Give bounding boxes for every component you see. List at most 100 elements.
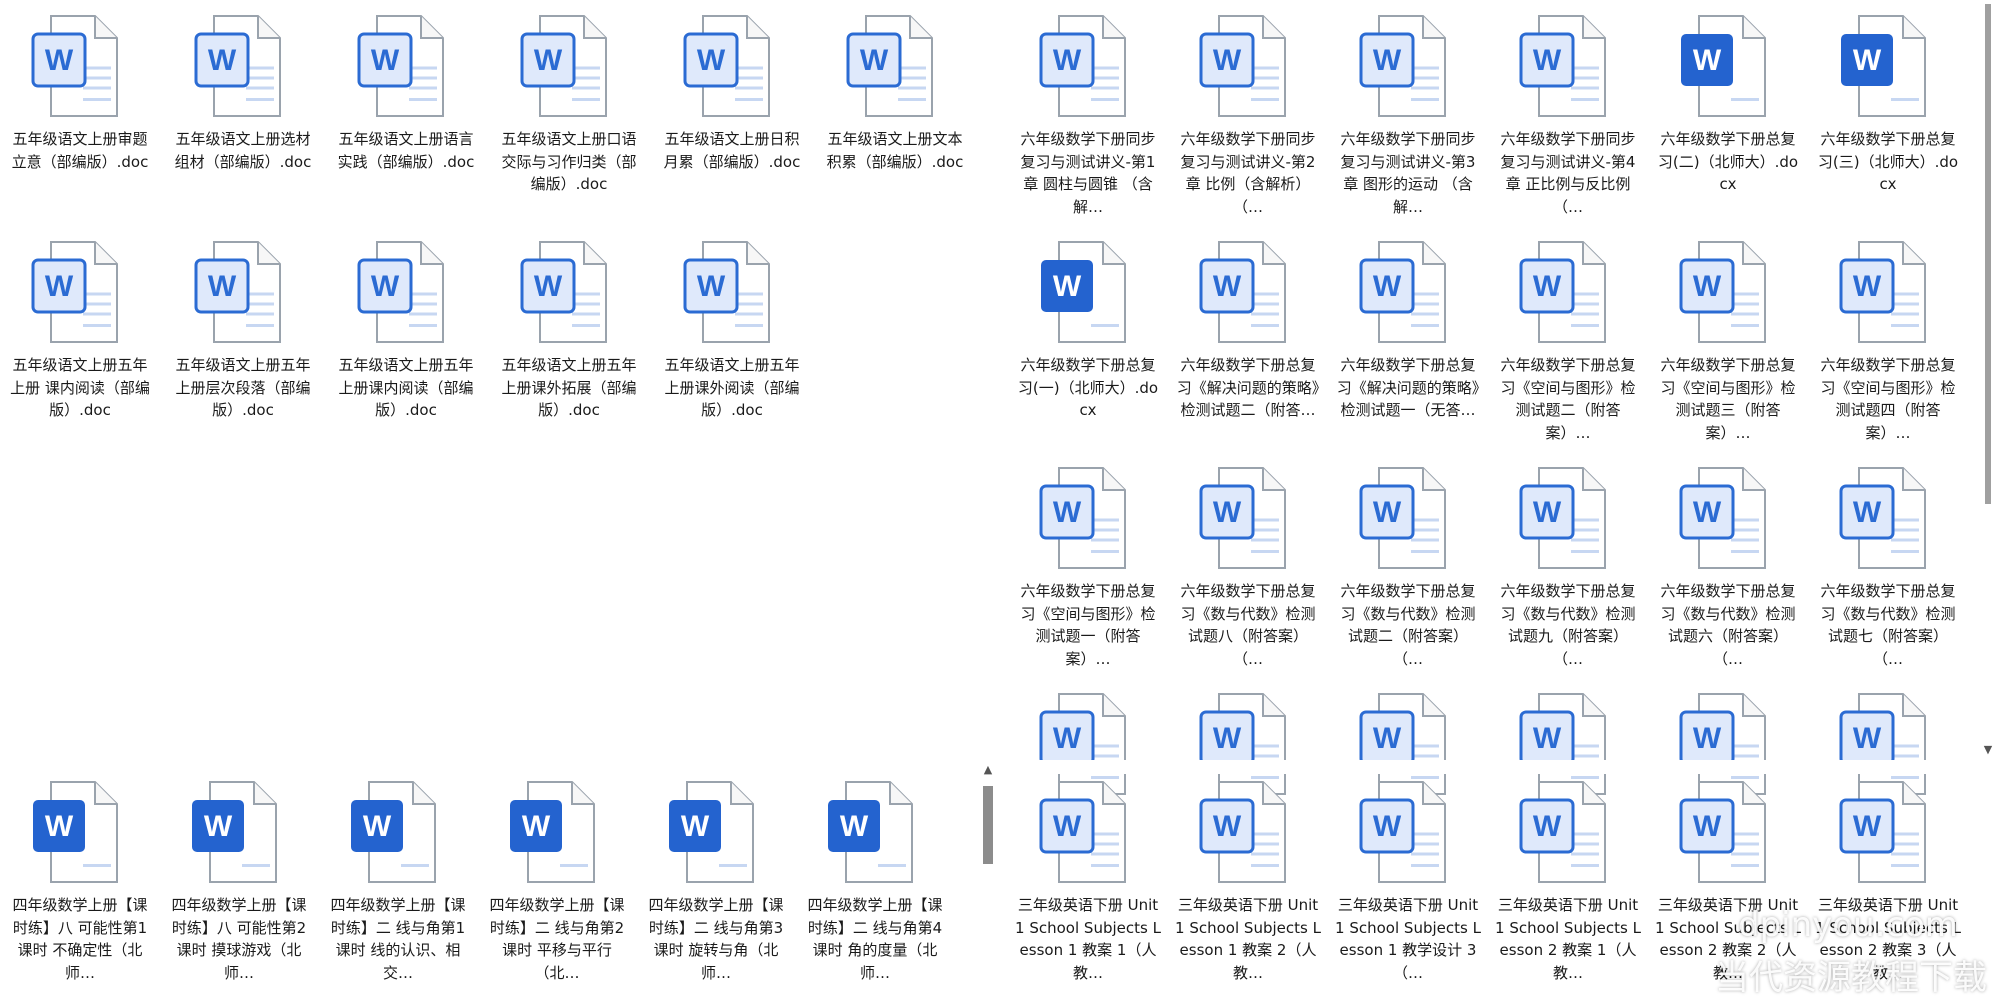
- file-item[interactable]: W 四年级数学上册【课时练】八 可能性第1课时 不确定性（北师…: [0, 778, 160, 984]
- file-item[interactable]: W 四年级数学上册【课时练】二 线与角第4课时 角的度量（北师…: [795, 778, 955, 984]
- svg-text:W: W: [363, 810, 392, 843]
- file-item[interactable]: W 六年级数学下册总复习《解决问题的策略》检测试题一（无答…: [1328, 238, 1488, 422]
- word-document-icon: W: [1033, 238, 1143, 348]
- svg-text:W: W: [1213, 722, 1242, 755]
- file-item[interactable]: W 五年级语文上册五年上册层次段落（部编版）.doc: [163, 238, 323, 422]
- file-item[interactable]: W 五年级语文上册五年上册课外拓展（部编版）.doc: [489, 238, 649, 422]
- svg-text:W: W: [1853, 810, 1882, 843]
- file-item[interactable]: W 六年级数学下册同步复习与测试讲义-第2章 比例（含解析） （…: [1168, 12, 1328, 218]
- file-name-label: 六年级数学下册总复习《解决问题的策略》检测试题一（无答…: [1336, 356, 1480, 419]
- file-item[interactable]: W 六年级数学下册总复习《数与代数》检测试题八（附答案） （…: [1168, 464, 1328, 670]
- word-document-icon: W: [1193, 778, 1303, 888]
- svg-text:W: W: [1533, 270, 1562, 303]
- word-document-icon: W: [1833, 238, 1943, 348]
- word-document-icon: W: [1833, 464, 1943, 574]
- word-document-icon: W: [820, 778, 930, 888]
- file-item[interactable]: W 六年级数学下册总复习《数与代数》检测试题七（附答案） （…: [1808, 464, 1968, 670]
- svg-text:W: W: [1693, 722, 1722, 755]
- file-name-label: 四年级数学上册【课时练】二 线与角第1课时 线的认识、相交…: [330, 896, 466, 982]
- pane-divider-vertical[interactable]: [1000, 0, 1015, 1000]
- file-item[interactable]: W 六年级数学下册总复习《空间与图形》检测试题三（附答案）…: [1648, 238, 1808, 444]
- word-document-icon: W: [1193, 12, 1303, 122]
- file-item[interactable]: W 四年级数学上册【课时练】二 线与角第1课时 线的认识、相交…: [318, 778, 478, 984]
- file-item[interactable]: W 六年级数学下册总复习《数与代数》检测试题六（附答案） （…: [1648, 464, 1808, 670]
- scrollbar-thumb[interactable]: [983, 786, 993, 864]
- file-item[interactable]: W 六年级数学下册总复习(三)（北师大）.docx: [1808, 12, 1968, 196]
- file-item[interactable]: W 六年级数学下册总复习(二)（北师大）.docx: [1648, 12, 1808, 196]
- svg-text:W: W: [1853, 270, 1882, 303]
- svg-text:W: W: [1373, 44, 1402, 77]
- file-item[interactable]: W 六年级数学下册总复习《空间与图形》检测试题四（附答案）…: [1808, 238, 1968, 444]
- file-item[interactable]: W 六年级数学下册总复习《空间与图形》检测试题二（附答案）…: [1488, 238, 1648, 444]
- file-item[interactable]: W 三年级英语下册 Unit 1 School Subjects Lesson 1…: [1168, 778, 1328, 984]
- word-document-icon: W: [184, 778, 294, 888]
- word-document-icon: W: [1673, 238, 1783, 348]
- word-document-icon: W: [1353, 238, 1463, 348]
- file-item[interactable]: W 三年级英语下册 Unit 1 School Subjects Lesson 1…: [1015, 778, 1168, 984]
- svg-text:W: W: [45, 810, 74, 843]
- svg-text:W: W: [1053, 810, 1082, 843]
- file-name-label: 三年级英语下册 Unit 1 School Subjects Lesson 1 …: [1335, 896, 1481, 982]
- file-item[interactable]: W 六年级数学下册同步复习与测试讲义-第1章 圆柱与圆锥 （含解…: [1015, 12, 1168, 218]
- right-scrollbar[interactable]: ▼: [1978, 0, 1998, 762]
- word-document-icon: W: [25, 778, 135, 888]
- svg-text:W: W: [840, 810, 869, 843]
- file-name-label: 五年级语文上册五年上册 课内阅读（部编版）.doc: [10, 356, 150, 419]
- file-item[interactable]: W 五年级语文上册审题立意（部编版）.doc: [0, 12, 160, 173]
- svg-text:W: W: [1853, 496, 1882, 529]
- file-item[interactable]: W 五年级语文上册口语交际与习作归类（部编版）.doc: [489, 12, 649, 196]
- svg-text:W: W: [1373, 496, 1402, 529]
- file-item[interactable]: W 五年级语文上册语言实践（部编版）.doc: [326, 12, 486, 173]
- svg-text:W: W: [1853, 722, 1882, 755]
- file-name-label: 六年级数学下册总复习(一)（北师大）.docx: [1017, 356, 1159, 419]
- word-document-icon: W: [1673, 778, 1783, 888]
- word-document-icon: W: [1033, 778, 1143, 888]
- svg-text:W: W: [1533, 44, 1562, 77]
- scrollbar-thumb[interactable]: [1985, 4, 1991, 504]
- word-document-icon: W: [1353, 778, 1463, 888]
- file-item[interactable]: W 五年级语文上册选材组材（部编版）.doc: [163, 12, 323, 173]
- file-item[interactable]: W 六年级数学下册同步复习与测试讲义-第3章 图形的运动 （含解…: [1328, 12, 1488, 218]
- file-name-label: 五年级语文上册五年上册层次段落（部编版）.doc: [175, 356, 311, 419]
- svg-text:W: W: [1053, 722, 1082, 755]
- word-document-icon: W: [351, 238, 461, 348]
- svg-text:W: W: [1213, 496, 1242, 529]
- file-name-label: 四年级数学上册【课时练】二 线与角第3课时 旋转与角（北师…: [648, 896, 784, 982]
- file-pane-top-left: W 五年级语文上册审题立意（部编版）.doc W 五年级语文上册选材组材（部编版）.d…: [0, 0, 1000, 760]
- svg-text:W: W: [534, 44, 563, 77]
- watermark-line1: dpinyou.com: [1738, 905, 1959, 945]
- svg-text:W: W: [1693, 496, 1722, 529]
- file-item[interactable]: W 四年级数学上册【课时练】八 可能性第2课时 摸球游戏（北师…: [159, 778, 319, 984]
- file-name-label: 五年级语文上册语言实践（部编版）.doc: [337, 130, 475, 171]
- word-document-icon: W: [1673, 464, 1783, 574]
- file-name-label: 六年级数学下册总复习《数与代数》检测试题九（附答案） （…: [1500, 582, 1636, 668]
- file-name-label: 五年级语文上册审题立意（部编版）.doc: [11, 130, 149, 171]
- word-document-icon: W: [677, 238, 787, 348]
- file-item[interactable]: W 六年级数学下册总复习《数与代数》检测试题二（附答案） （…: [1328, 464, 1488, 670]
- file-item[interactable]: W 六年级数学下册总复习(一)（北师大）.docx: [1015, 238, 1168, 422]
- file-item[interactable]: W 五年级语文上册日积月累（部编版）.doc: [652, 12, 812, 173]
- file-item[interactable]: W 五年级语文上册五年上册课内阅读（部编版）.doc: [326, 238, 486, 422]
- file-item[interactable]: W 六年级数学下册总复习《解决问题的策略》检测试题二（附答…: [1168, 238, 1328, 422]
- svg-text:W: W: [371, 44, 400, 77]
- file-item[interactable]: W 六年级数学下册总复习《数与代数》检测试题九（附答案） （…: [1488, 464, 1648, 670]
- file-item[interactable]: W 五年级语文上册文本积累（部编版）.doc: [815, 12, 975, 173]
- word-document-icon: W: [1833, 12, 1943, 122]
- svg-text:W: W: [1053, 270, 1082, 303]
- file-name-label: 六年级数学下册总复习《数与代数》检测试题六（附答案） （…: [1660, 582, 1796, 668]
- file-item[interactable]: W 三年级英语下册 Unit 1 School Subjects Lesson 2…: [1488, 778, 1648, 984]
- scroll-down-icon[interactable]: ▼: [1978, 742, 1998, 758]
- word-document-icon: W: [25, 238, 135, 348]
- file-item[interactable]: W 四年级数学上册【课时练】二 线与角第2课时 平移与平行（北…: [477, 778, 637, 984]
- file-item[interactable]: W 三年级英语下册 Unit 1 School Subjects Lesson 1…: [1328, 778, 1488, 984]
- svg-text:W: W: [1053, 496, 1082, 529]
- file-item[interactable]: W 六年级数学下册同步复习与测试讲义-第4章 正比例与反比例 （…: [1488, 12, 1648, 218]
- scroll-up-icon[interactable]: ▲: [978, 762, 998, 778]
- bottom-left-scrollbar[interactable]: ▲: [978, 762, 998, 1000]
- file-item[interactable]: W 四年级数学上册【课时练】二 线与角第3课时 旋转与角（北师…: [636, 778, 796, 984]
- word-document-icon: W: [1033, 12, 1143, 122]
- file-item[interactable]: W 五年级语文上册五年上册 课内阅读（部编版）.doc: [0, 238, 160, 422]
- file-item[interactable]: W 六年级数学下册总复习《空间与图形》检测试题一（附答案）…: [1015, 464, 1168, 670]
- svg-text:W: W: [697, 44, 726, 77]
- file-item[interactable]: W 五年级语文上册五年上册课外阅读（部编版）.doc: [652, 238, 812, 422]
